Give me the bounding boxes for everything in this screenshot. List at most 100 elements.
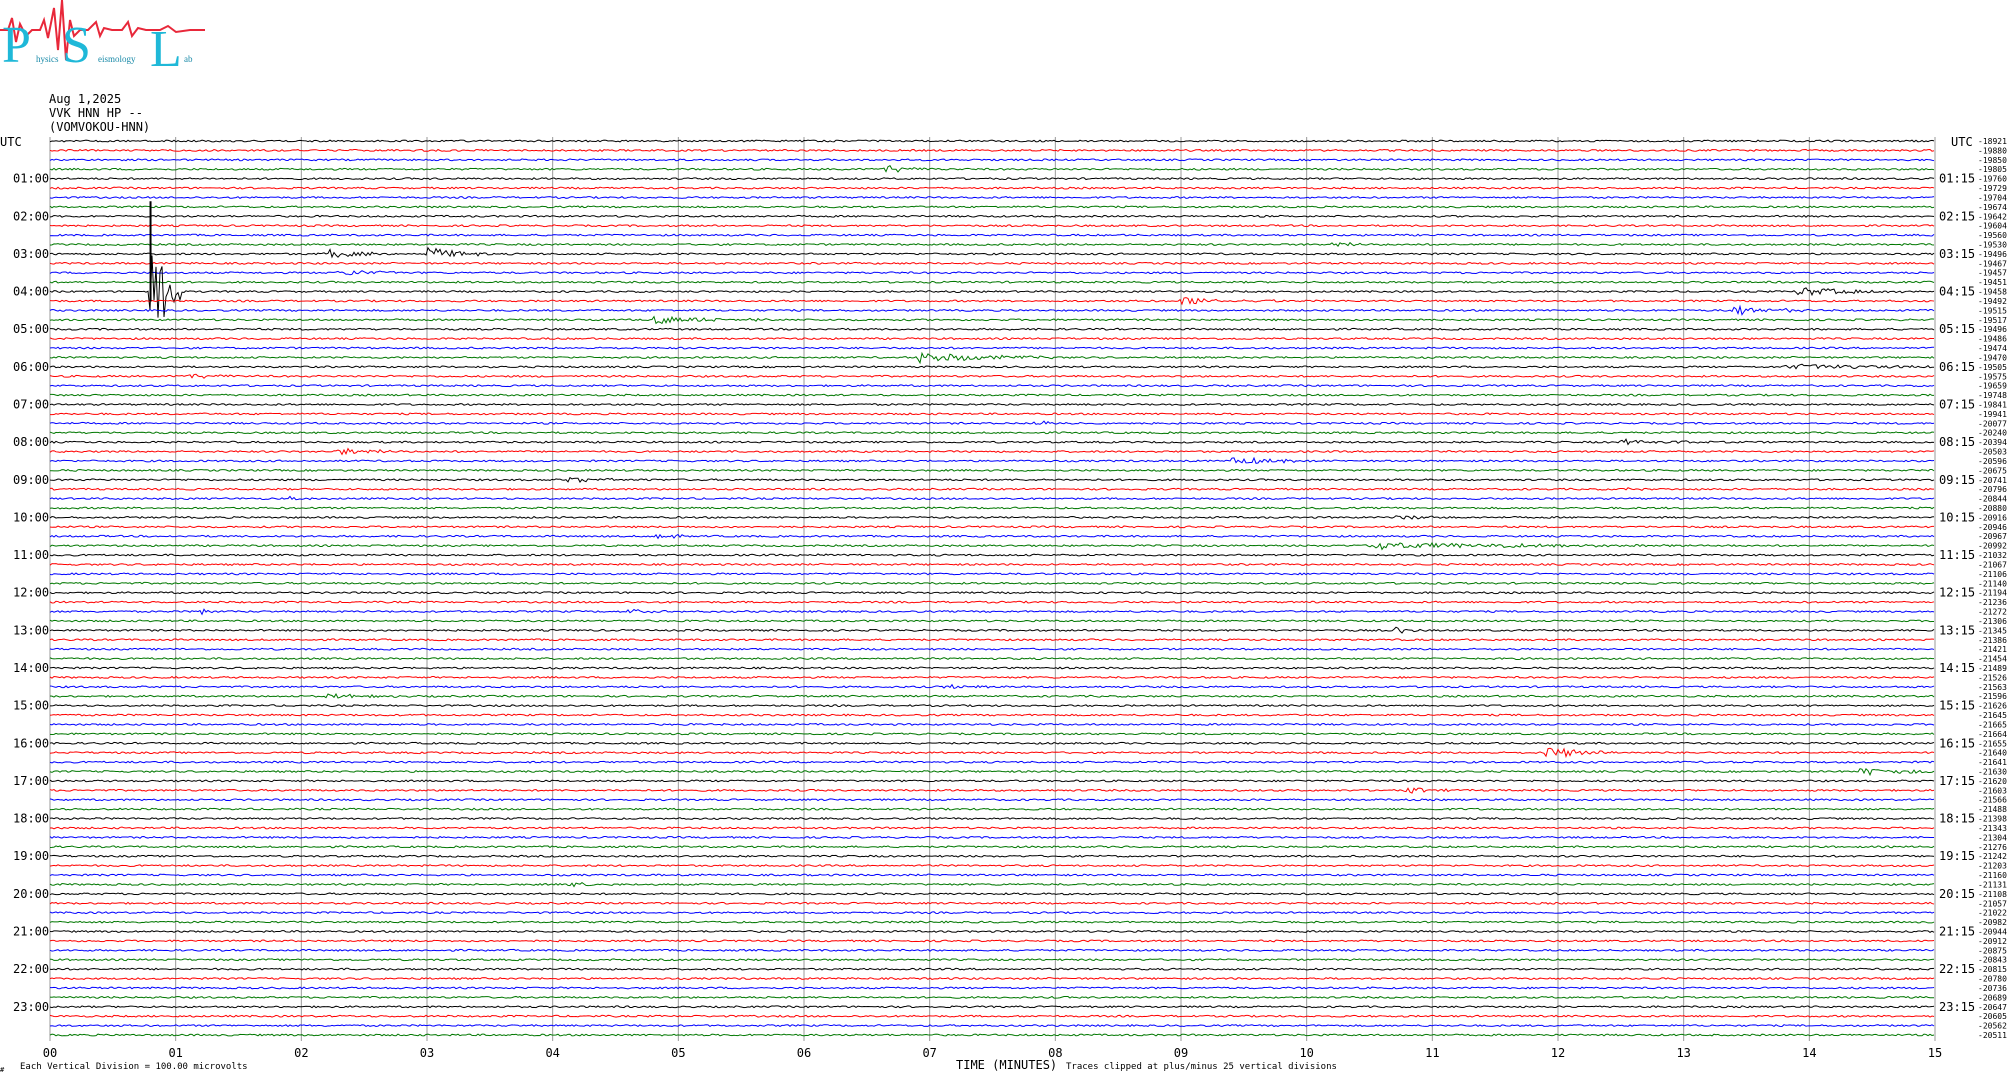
trace-offset-label: -18921	[1978, 137, 2007, 146]
trace-line	[49, 1014, 1935, 1018]
hour-label-right: 07:15	[1939, 397, 1975, 411]
trace-line	[49, 591, 1935, 595]
hour-label-left: 23:00	[13, 1000, 49, 1014]
trace-line	[49, 541, 1935, 551]
trace-offset-label: -21398	[1978, 815, 2007, 824]
clip-note: Traces clipped at plus/minus 25 vertical…	[1066, 1062, 1337, 1072]
trace-line	[49, 581, 1935, 585]
trace-offset-label: -20503	[1978, 448, 2007, 457]
trace-line	[49, 666, 1935, 670]
hour-label-right: 22:15	[1939, 962, 1975, 976]
trace-offset-label: -19515	[1978, 306, 2007, 315]
trace-line	[49, 393, 1935, 397]
trace-offset-label: -19748	[1978, 391, 2007, 400]
hour-label-right: 19:15	[1939, 849, 1975, 863]
trace-line	[49, 901, 1935, 905]
trace-offset-label: -19486	[1978, 335, 2007, 344]
trace-offset-label: -21106	[1978, 570, 2007, 579]
trace-offset-label: -20916	[1978, 513, 2007, 522]
trace-line	[49, 779, 1935, 783]
trace-line	[49, 205, 1935, 209]
trace-line	[49, 214, 1935, 218]
trace-offset-label: -19474	[1978, 344, 2007, 353]
trace-line	[49, 675, 1935, 679]
trace-line	[49, 572, 1935, 576]
x-tick-label: 12	[1551, 1046, 1565, 1060]
trace-offset-label: -21655	[1978, 739, 2007, 748]
trace-line	[49, 525, 1934, 529]
trace-line	[49, 1024, 1935, 1028]
trace-line	[49, 967, 1935, 971]
x-tick-label: 01	[168, 1046, 182, 1060]
trace-offset-label: -21526	[1978, 673, 2007, 682]
trace-offset-label: -21242	[1978, 852, 2007, 861]
trace-offset-label: -20647	[1978, 1003, 2007, 1012]
trace-offset-label: -20511	[1978, 1031, 2007, 1040]
hour-label-left: 13:00	[13, 623, 49, 637]
hour-label-right: 23:15	[1939, 1000, 1975, 1014]
trace-offset-label: -21022	[1978, 909, 2007, 918]
trace-offset-label: -20736	[1978, 984, 2007, 993]
trace-line	[49, 373, 1935, 379]
hour-label-left: 08:00	[13, 435, 49, 449]
trace-line	[49, 346, 1935, 350]
trace-line	[49, 158, 1935, 162]
trace-offset-label: -21454	[1978, 655, 2007, 664]
hour-label-right: 13:15	[1939, 623, 1975, 637]
trace-line	[49, 929, 1935, 933]
trace-offset-label: -20982	[1978, 918, 2007, 927]
trace-offset-label: -19457	[1978, 269, 2007, 278]
trace-offset-label: -20815	[1978, 965, 2007, 974]
trace-offset-label: -21421	[1978, 645, 2007, 654]
trace-line	[49, 608, 1935, 616]
trace-line	[49, 704, 1935, 708]
trace-offset-label: -20796	[1978, 485, 2007, 494]
trace-line	[49, 246, 1935, 259]
trace-offset-label: -19560	[1978, 231, 2007, 240]
trace-line	[49, 713, 1935, 717]
trace-offset-label: -21194	[1978, 589, 2007, 598]
trace-offset-label: -19760	[1978, 175, 2007, 184]
trace-line	[49, 533, 1935, 540]
hour-label-left: 21:00	[13, 924, 49, 938]
trace-offset-label: -19659	[1978, 382, 2007, 391]
trace-line	[49, 977, 1935, 981]
utc-label-right: UTC	[1951, 135, 1973, 149]
hour-label-left: 15:00	[13, 699, 49, 713]
hour-label-right: 09:15	[1939, 473, 1975, 487]
trace-line	[49, 741, 1935, 745]
trace-line	[49, 447, 1935, 456]
trace-offset-label: -20912	[1978, 937, 2007, 946]
hour-label-left: 20:00	[13, 887, 49, 901]
trace-line	[49, 148, 1935, 152]
x-tick-label: 05	[671, 1046, 685, 1060]
trace-line	[49, 165, 1935, 173]
trace-offset-label: -19805	[1978, 165, 2007, 174]
trace-line	[49, 798, 1935, 802]
trace-offset-label: -21236	[1978, 598, 2007, 607]
trace-line	[49, 995, 1934, 999]
hour-label-left: 04:00	[13, 285, 49, 299]
x-tick-label: 00	[43, 1046, 57, 1060]
trace-line	[49, 835, 1935, 839]
trace-line	[49, 600, 1935, 604]
trace-offset-label: -21203	[1978, 862, 2007, 871]
hour-label-right: 03:15	[1939, 247, 1975, 261]
trace-line	[49, 881, 1935, 888]
trace-offset-label: -20596	[1978, 457, 2007, 466]
trace-offset-label: -21276	[1978, 843, 2007, 852]
hour-label-right: 14:15	[1939, 661, 1975, 675]
trace-offset-label: -21343	[1978, 824, 2007, 833]
trace-line	[49, 139, 1935, 143]
trace-offset-label: -19492	[1978, 297, 2007, 306]
trace-line	[49, 626, 1935, 634]
trace-offset-label: -19496	[1978, 325, 2007, 334]
trace-offset-label: -19505	[1978, 363, 2007, 372]
trace-line	[49, 732, 1935, 736]
x-tick-label: 06	[797, 1046, 811, 1060]
hour-label-right: 02:15	[1939, 209, 1975, 223]
trace-offset-label: -21306	[1978, 617, 2007, 626]
x-tick-label: 09	[1174, 1046, 1188, 1060]
trace-offset-label: -20675	[1978, 466, 2007, 475]
trace-offset-label: -20875	[1978, 946, 2007, 955]
